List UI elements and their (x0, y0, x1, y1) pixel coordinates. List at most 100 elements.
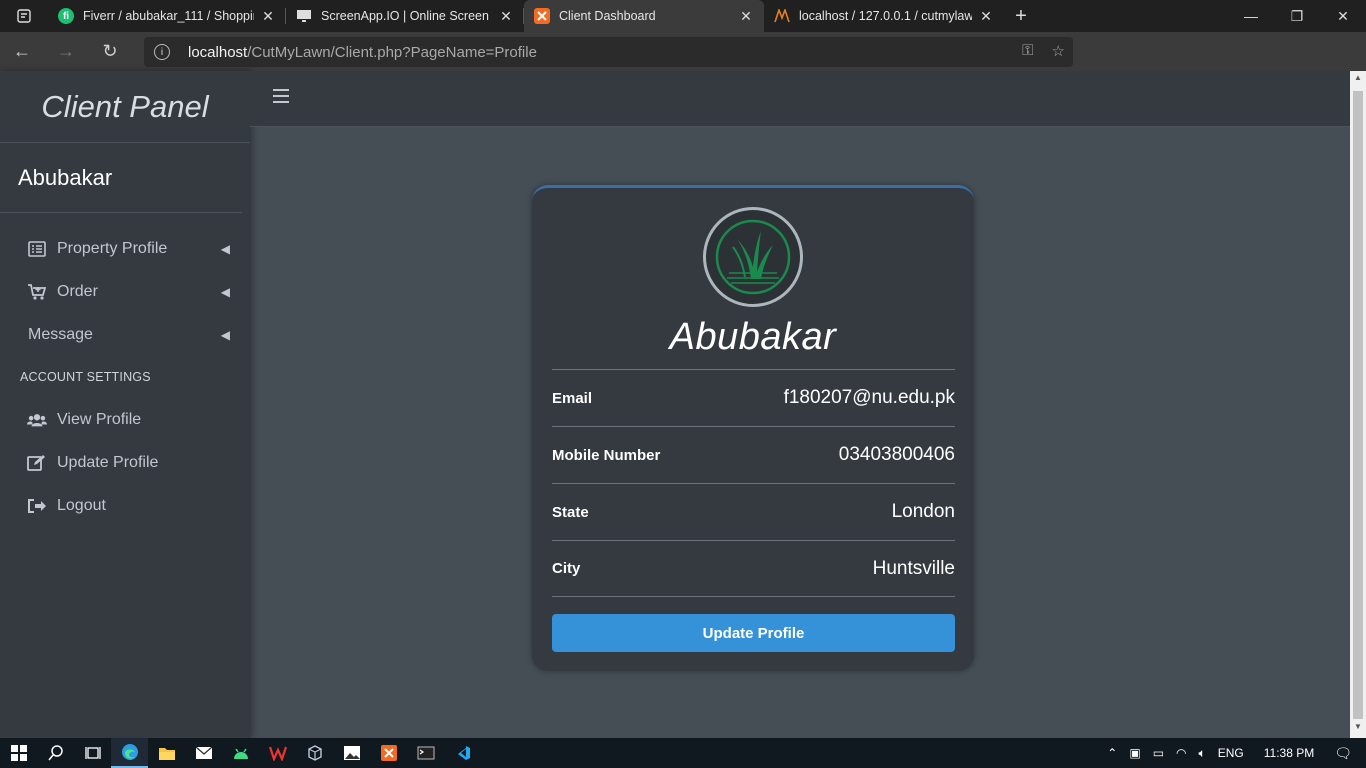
show-hidden-icons-icon[interactable]: ⌃ (1101, 746, 1123, 760)
restore-icon[interactable]: ❐ (1274, 0, 1320, 32)
tab-title: localhost / 127.0.0.1 / cutmylawn (799, 9, 972, 23)
close-tab-icon[interactable]: ✕ (738, 8, 754, 25)
address-bar[interactable]: i localhost/CutMyLawn/Client.php?PageNam… (144, 37, 1073, 67)
brand-title[interactable]: Client Panel (0, 71, 250, 143)
profile-row-city: City Huntsville (552, 540, 955, 597)
photos-icon[interactable] (333, 738, 370, 768)
terminal-icon[interactable] (407, 738, 444, 768)
battery-icon[interactable]: ▭ (1147, 746, 1170, 760)
tab-actions-icon (17, 9, 31, 23)
close-tab-icon[interactable]: ✕ (260, 8, 276, 25)
browser-tab-fiverr[interactable]: fi Fiverr / abubakar_111 / Shopping ✕ (48, 0, 286, 32)
profile-row-mobile: Mobile Number 03403800406 (552, 426, 955, 483)
close-tab-icon[interactable]: ✕ (498, 8, 514, 25)
cart-plus-icon (27, 283, 47, 301)
phpmyadmin-favicon-icon (774, 8, 790, 24)
sidebar-item-label: Update Profile (57, 453, 159, 471)
sidebar-item-message[interactable]: Message ◀ (0, 313, 250, 356)
sidebar-user-name[interactable]: Abubakar (0, 143, 242, 213)
sign-out-icon (27, 497, 47, 515)
sidebar-item-order[interactable]: Order ◀ (0, 270, 250, 313)
tab-actions-button[interactable] (0, 0, 48, 32)
field-value: London (891, 501, 955, 522)
sidebar-item-label: Message (28, 325, 93, 343)
sidebar-item-update-profile[interactable]: Update Profile (0, 441, 250, 484)
edge-browser-icon[interactable] (111, 738, 148, 768)
url-host: localhost (188, 43, 248, 61)
xampp-icon[interactable] (370, 738, 407, 768)
device-icon[interactable]: ▣ (1123, 746, 1146, 760)
tab-title: Fiverr / abubakar_111 / Shopping (83, 9, 254, 23)
browser-tab-phpmyadmin[interactable]: localhost / 127.0.0.1 / cutmylawn ✕ (764, 0, 1004, 32)
url-path: /CutMyLawn/Client.php?PageName=Profile (247, 43, 537, 61)
profile-row-email: Email f180207@nu.edu.pk (552, 369, 955, 426)
xampp-favicon-icon (534, 8, 550, 24)
new-tab-button[interactable]: + (1004, 5, 1038, 28)
sidebar-item-view-profile[interactable]: View Profile (0, 398, 250, 441)
window-controls: — ❐ ✕ (1228, 0, 1366, 32)
sidebar-item-label: View Profile (57, 410, 142, 428)
sidebar-nav: Property Profile ◀ Order ◀ Message ◀ ACC… (0, 213, 250, 527)
browser-toolbar: ← → ↻ i localhost/CutMyLawn/Client.php?P… (0, 32, 1366, 94)
field-value: 03403800406 (838, 444, 955, 465)
field-label: Email (552, 389, 593, 407)
refresh-button[interactable]: ↻ (88, 32, 132, 71)
page-content: Client Panel Abubakar Property Profile ◀… (0, 71, 1350, 738)
browser-tab-client-dashboard[interactable]: Client Dashboard ✕ (524, 0, 764, 32)
edit-icon (27, 454, 47, 472)
field-label: State (552, 503, 589, 521)
profile-info-list: Email f180207@nu.edu.pk Mobile Number 03… (552, 369, 955, 597)
vscode-icon[interactable] (444, 738, 481, 768)
profile-name: Abubakar (669, 316, 837, 358)
android-studio-icon[interactable] (222, 738, 259, 768)
tab-title: ScreenApp.IO | Online Screen Re (321, 9, 492, 23)
scroll-down-icon[interactable]: ▼ (1350, 722, 1366, 736)
wifi-icon[interactable]: ◠ (1170, 746, 1192, 760)
sidebar-item-label: Property Profile (57, 239, 168, 257)
hamburger-menu-icon[interactable] (273, 89, 289, 105)
chevron-left-icon: ◀ (220, 241, 230, 256)
language-indicator[interactable]: ENG (1212, 746, 1250, 760)
grass-logo-icon (715, 219, 791, 295)
update-profile-button[interactable]: Update Profile (552, 614, 955, 652)
sidebar: Client Panel Abubakar Property Profile ◀… (0, 71, 250, 738)
sidebar-item-property-profile[interactable]: Property Profile ◀ (0, 227, 250, 270)
account-settings-header: ACCOUNT SETTINGS (20, 370, 151, 384)
sidebar-item-label: Order (57, 282, 98, 300)
volume-icon[interactable]: 🔈︎ (1193, 746, 1212, 761)
scrollbar-thumb[interactable] (1353, 91, 1363, 719)
profile-card: Abubakar Email f180207@nu.edu.pk Mobile … (532, 185, 974, 671)
task-view-icon[interactable] (74, 738, 111, 768)
notifications-icon[interactable]: 🗨︎ (1328, 745, 1366, 762)
browser-tab-screenapp[interactable]: ScreenApp.IO | Online Screen Re ✕ (286, 0, 524, 32)
field-value: Huntsville (872, 557, 955, 579)
scroll-up-icon[interactable]: ▲ (1350, 73, 1366, 87)
field-value: f180207@nu.edu.pk (783, 387, 955, 408)
profile-avatar-logo (703, 207, 803, 307)
site-info-icon[interactable]: i (154, 44, 170, 60)
search-icon[interactable] (37, 738, 74, 768)
close-tab-icon[interactable]: ✕ (978, 8, 994, 25)
list-icon (27, 240, 47, 258)
sidebar-item-logout[interactable]: Logout (0, 484, 250, 527)
password-key-icon[interactable]: ⚿ (1022, 42, 1033, 60)
back-button[interactable]: ← (0, 32, 44, 71)
minimize-icon[interactable]: — (1228, 0, 1274, 32)
file-explorer-icon[interactable] (148, 738, 185, 768)
field-label: City (552, 560, 581, 577)
forward-button[interactable]: → (44, 32, 88, 71)
users-icon (27, 411, 47, 429)
add-favorite-icon[interactable]: ☆ (1052, 42, 1065, 60)
page-scrollbar[interactable]: ▲ ▼ (1350, 71, 1366, 738)
mail-icon[interactable] (185, 738, 222, 768)
screenapp-favicon-icon (296, 8, 312, 24)
close-window-icon[interactable]: ✕ (1320, 0, 1366, 32)
clock[interactable]: 11:38 PM (1250, 746, 1328, 760)
field-label: Mobile Number (552, 446, 661, 464)
chevron-left-icon: ◀ (220, 284, 230, 299)
windows-start-icon[interactable] (0, 738, 37, 768)
wps-office-icon[interactable] (259, 738, 296, 768)
system-tray: ⌃ ▣ ▭ ◠ 🔈︎ ENG 11:38 PM 🗨︎ (1101, 738, 1366, 768)
chevron-left-icon: ◀ (220, 327, 230, 342)
virtualbox-icon[interactable] (296, 738, 333, 768)
